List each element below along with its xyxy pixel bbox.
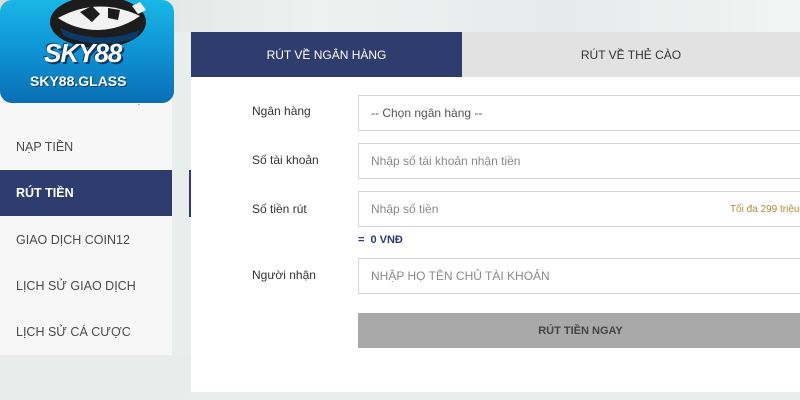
bank-select[interactable]: -- Chọn ngân hàng -- [358, 95, 800, 131]
amount-placeholder: Nhập số tiền [371, 202, 439, 216]
bank-label: Ngân hàng [252, 104, 311, 118]
sidebar-item-label: LỊCH SỬ GIAO DỊCH [16, 279, 136, 293]
sidebar-item-deposit[interactable]: NẠP TIỀN [0, 124, 172, 170]
receiver-name-input[interactable]: NHẬP HỌ TÊN CHỦ TÀI KHOẢN [358, 258, 800, 294]
sidebar: KHUYẾN MÃI CỦA BẠN NẠP TIỀN RÚT TIỀN GIA… [0, 80, 172, 355]
tab-withdraw-card[interactable]: RÚT VỀ THẺ CÀO [462, 32, 800, 77]
bank-select-value: -- Chọn ngân hàng -- [371, 106, 483, 120]
amount-converted-value: 0 VNĐ [370, 234, 403, 246]
sidebar-item-bet-history[interactable]: LỊCH SỬ CÁ CƯỢC [0, 309, 172, 355]
logo[interactable]: SKY88 SKY88.GLASS [0, 0, 174, 103]
withdraw-now-button[interactable]: RÚT TIỀN NGAY [358, 313, 800, 348]
amount-label: Số tiền rút [252, 202, 307, 216]
account-number-label: Số tài khoản [252, 153, 319, 167]
account-number-placeholder: Nhập số tài khoản nhận tiền [371, 154, 521, 168]
logo-domain: SKY88.GLASS [30, 73, 127, 89]
account-number-input[interactable]: Nhập số tài khoản nhận tiền [358, 143, 800, 179]
background-left [0, 355, 190, 400]
amount-conversion: = 0 VNĐ [358, 234, 403, 246]
amount-max-hint: Tối đa 299 triệu / [729, 204, 800, 215]
sidebar-item-label: NẠP TIỀN [16, 140, 74, 154]
sidebar-item-label: GIAO DỊCH COIN12 [16, 233, 130, 247]
equals-sign: = [358, 234, 365, 246]
withdraw-panel: RÚT VỀ NGÂN HÀNG RÚT VỀ THẺ CÀO Ngân hàn… [191, 32, 800, 392]
sidebar-item-transaction-history[interactable]: LỊCH SỬ GIAO DỊCH [0, 263, 172, 309]
amount-input[interactable]: Nhập số tiền Tối đa 299 triệu / [358, 191, 800, 227]
receiver-label: Người nhận [252, 268, 316, 282]
tab-withdraw-bank[interactable]: RÚT VỀ NGÂN HÀNG [191, 32, 462, 77]
sidebar-item-withdraw[interactable]: RÚT TIỀN [0, 170, 172, 216]
tab-label: RÚT VỀ THẺ CÀO [580, 47, 682, 62]
sidebar-item-label: LỊCH SỬ CÁ CƯỢC [16, 325, 131, 339]
sidebar-item-coin12[interactable]: GIAO DỊCH COIN12 [0, 217, 172, 263]
tab-label: RÚT VỀ NGÂN HÀNG [266, 47, 387, 62]
withdraw-now-label: RÚT TIỀN NGAY [538, 324, 623, 337]
logo-text: SKY88 [44, 38, 122, 68]
receiver-name-placeholder: NHẬP HỌ TÊN CHỦ TÀI KHOẢN [371, 269, 550, 283]
sidebar-item-label: RÚT TIỀN [16, 186, 74, 200]
